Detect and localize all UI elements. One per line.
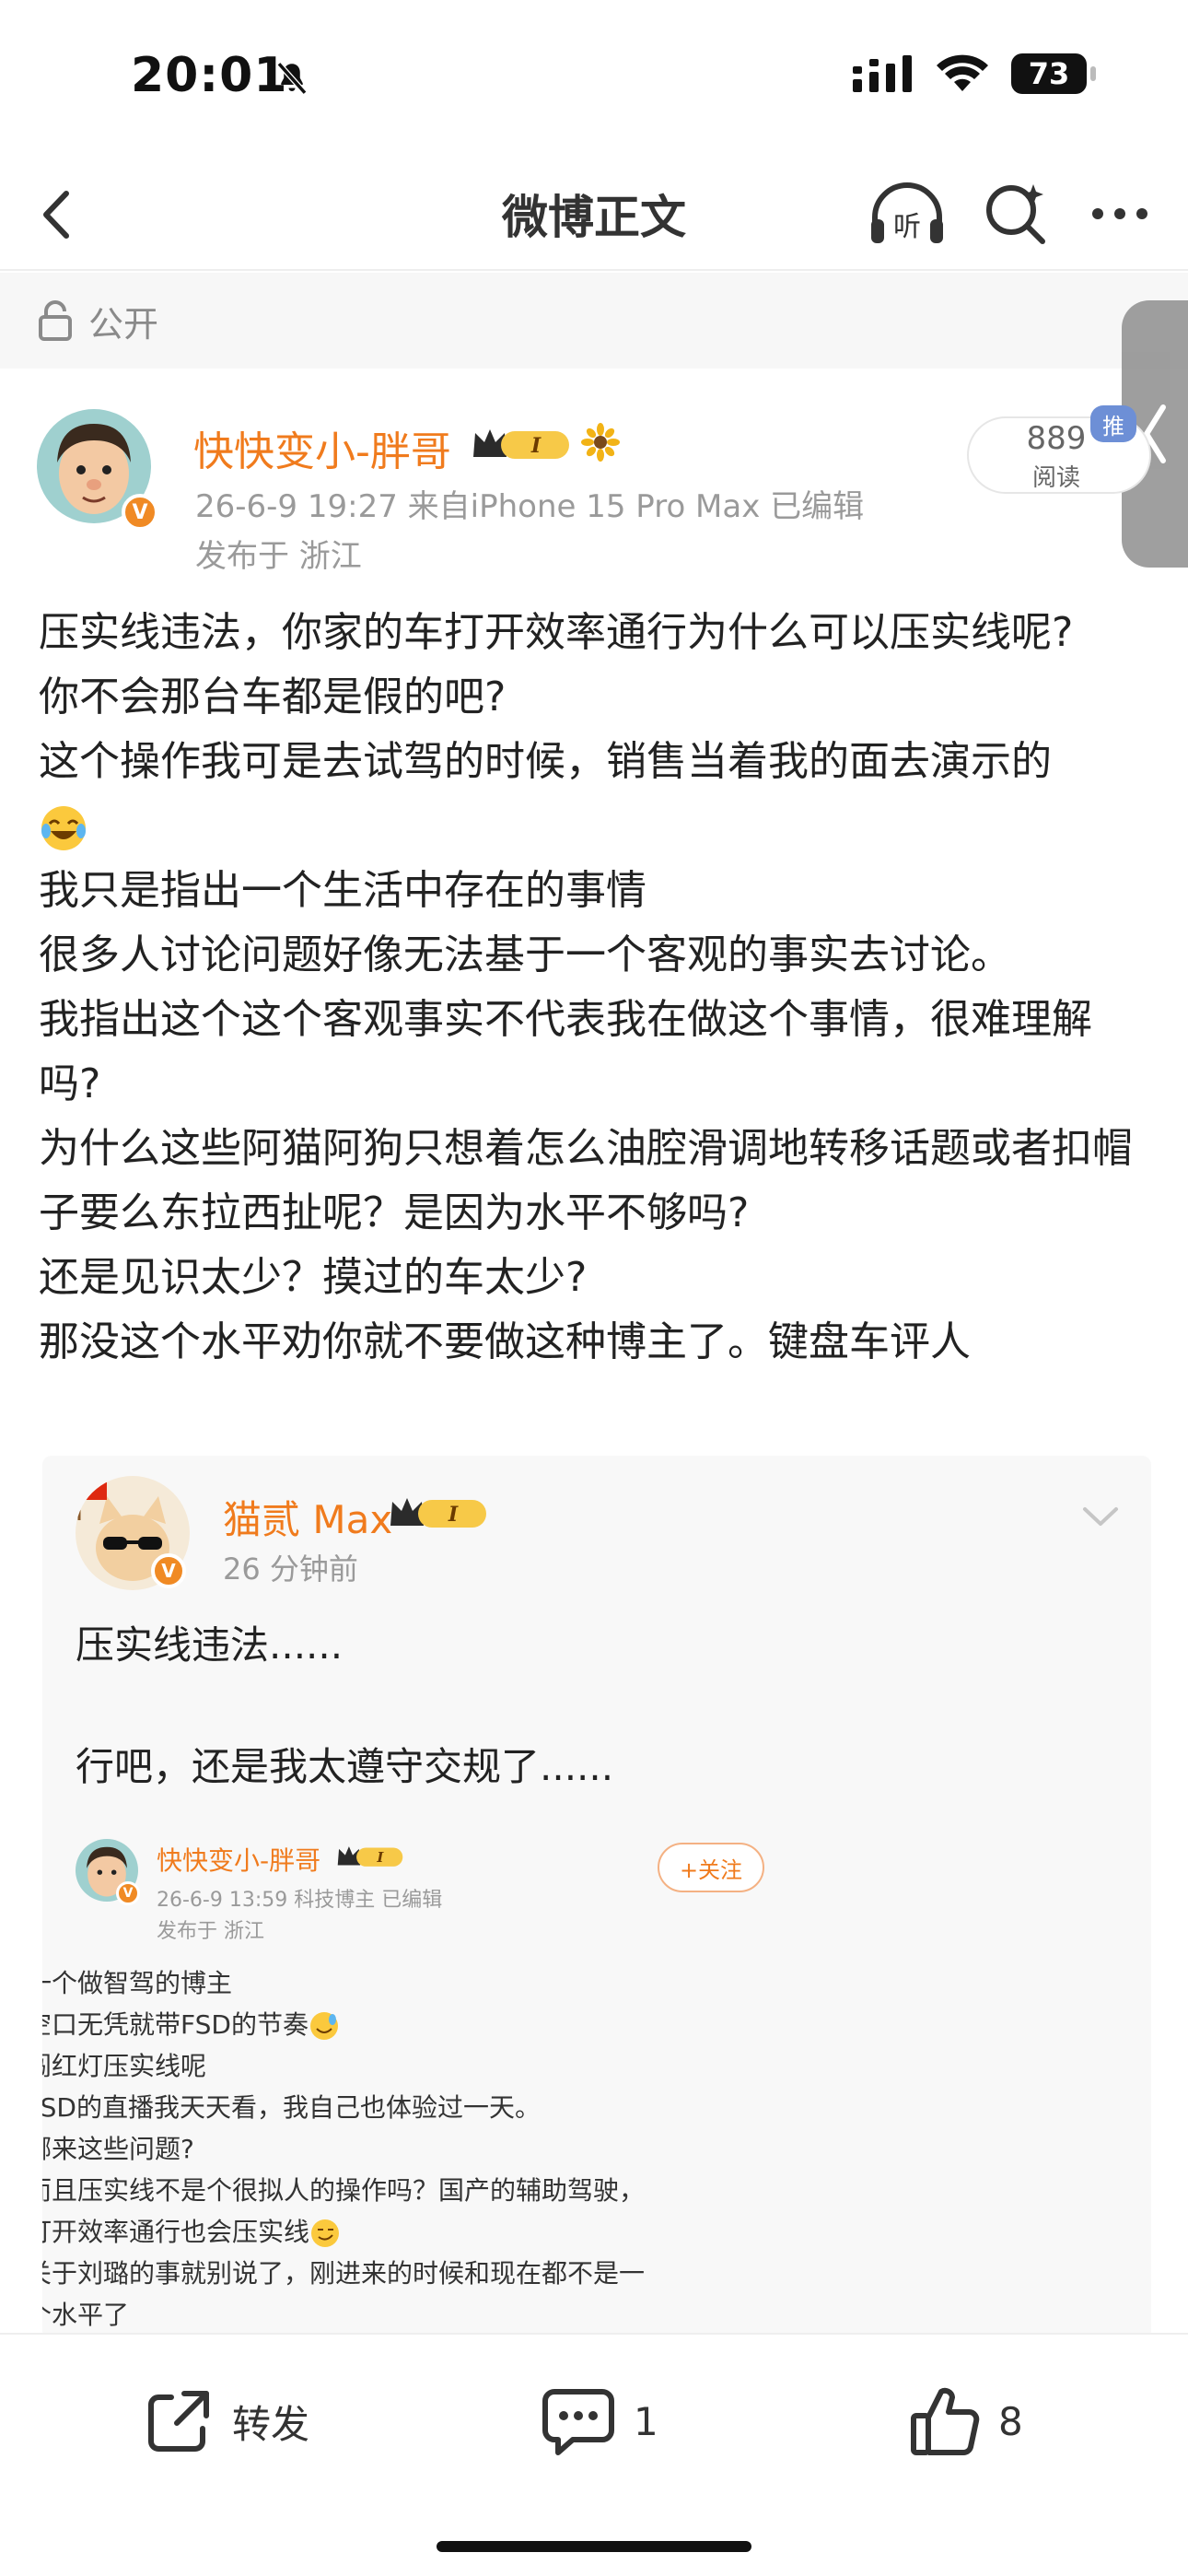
signal-icon [853, 55, 912, 92]
embed-location: 发布于 浙江 [157, 1920, 264, 1943]
embed-line: 关于刘璐的事就别说了，刚进来的时候和现在都不是一 [42, 2258, 646, 2289]
visibility-label: 公开 [88, 303, 159, 345]
battery-indicator: 73 [1011, 53, 1096, 94]
post-line: 我只是指出一个生活中存在的事情 [39, 867, 646, 914]
embed-author-name: 快快变小-胖哥 [157, 1845, 321, 1876]
battery-tip [1090, 66, 1096, 81]
sunflower-icon [581, 423, 620, 462]
push-tag[interactable]: 推 [1090, 405, 1136, 442]
comment-count: 1 [634, 2398, 658, 2444]
post-meta: 26-6-9 19:27 来自iPhone 15 Pro Max 已编辑 [195, 488, 865, 525]
quote-vip-badge-icon[interactable]: I [387, 1493, 490, 1533]
vip-crown-badge-icon[interactable]: I [470, 424, 573, 464]
post-line: 你不会那台车都是假的吧? [39, 673, 507, 720]
like-button[interactable]: 8 [910, 2375, 1023, 2467]
status-time: 20:01 [131, 48, 288, 103]
quote-text-2: 行吧，还是我太遵守交规了...... [76, 1744, 614, 1789]
verified-badge: V [122, 494, 158, 531]
status-bar: 20:01 73 [0, 0, 1188, 157]
thumbs-up-icon [911, 2387, 980, 2455]
embed-line: 哪来这些问题? [42, 2134, 194, 2164]
embedded-screenshot[interactable]: V 快快变小-胖哥 I 26-6-9 13:59 科技博主 已编辑 发布于 浙江… [42, 1833, 779, 2340]
embed-line: 而且压实线不是个很拟人的操作吗？国产的辅助驾驶， [42, 2175, 646, 2206]
read-label: 阅读 [1031, 464, 1080, 492]
post-header: V 快快变小-胖哥 I 26-6-9 19:27 来自iPhone 15 Pro… [37, 405, 1151, 580]
embed-line: 一个做智驾的博主 [42, 1968, 233, 1998]
post-line: 那没这个水平劝你就不要做这种博主了。键盘车评人 [39, 1318, 971, 1365]
quote-vip-level: I [448, 1503, 459, 1527]
quote-verified-badge: V [151, 1553, 186, 1588]
comment-icon [542, 2389, 614, 2455]
embed-line: 个水平了 [42, 2300, 130, 2330]
post-line: 为什么这些阿猫阿狗只想着怎么油腔滑调地转移话题或者扣帽子要么东拉西扯呢？是因为水… [39, 1125, 1133, 1236]
post-line: 很多人讨论问题好像无法基于一个客观的事实去讨论。 [39, 931, 1011, 978]
laugh-emoji-line [39, 794, 1153, 859]
comment-button[interactable]: 1 [542, 2375, 658, 2467]
embed-verified-badge: V [116, 1881, 140, 1905]
svg-text:听: 听 [893, 211, 921, 243]
embed-line: 打开效率通行也会压实线 [42, 2211, 779, 2253]
post-body: 压实线违法，你家的车打开效率通行为什么可以压实线呢? 你不会那台车都是假的吧? … [39, 601, 1153, 1375]
quoted-post-card[interactable]: V 猫贰 Max I 26 分钟前 压实线违法...... 行吧，还是我太遵守交… [42, 1456, 1151, 2340]
status-indicators: 73 [853, 53, 1096, 94]
author-name[interactable]: 快快变小-胖哥 [193, 418, 451, 477]
listen-headphones-icon[interactable]: 听 [866, 177, 949, 251]
laugh-cry-emoji-icon [41, 806, 86, 850]
battery-level: 73 [1028, 56, 1070, 91]
embed-line: 空口无凭就带FSD的节奏 [42, 2004, 779, 2045]
post-line: 我指出这个这个客观事实不代表我在做这个事情，很难理解吗? [39, 996, 1092, 1107]
embed-meta: 26-6-9 13:59 科技博主 已编辑 [157, 1889, 443, 1912]
wifi-icon [937, 54, 988, 91]
forward-label: 转发 [232, 2401, 310, 2447]
embed-line: 闯红灯压实线呢 [42, 2051, 207, 2081]
nav-bar: 微博正文 听 [0, 157, 1188, 271]
embed-body: 一个做智驾的博主 空口无凭就带FSD的节奏 闯红灯压实线呢 FSD的直播我天天看… [42, 1962, 779, 2336]
embed-follow-button: +关注 [658, 1843, 764, 1892]
visibility-row: 公开 [0, 273, 1188, 369]
post-line: 压实线违法，你家的车打开效率通行为什么可以压实线呢? [39, 609, 1074, 656]
embed-vip-level: I [376, 1849, 384, 1866]
like-count: 8 [998, 2398, 1023, 2444]
embed-line: FSD的直播我天天看，我自己也体验过一天。 [42, 2092, 541, 2123]
more-icon[interactable] [1083, 177, 1157, 251]
post-location: 发布于 浙江 [195, 538, 362, 575]
quote-time: 26 分钟前 [223, 1551, 358, 1587]
forward-icon [148, 2391, 209, 2452]
home-indicator[interactable] [437, 2541, 751, 2552]
search-sparkle-icon[interactable] [980, 177, 1054, 251]
embed-line-text: 打开效率通行也会压实线 [42, 2217, 310, 2247]
chevron-down-icon[interactable] [1079, 1502, 1122, 1529]
post-line: 这个操作我可是去试驾的时候，销售当着我的面去演示的 [39, 738, 1052, 785]
quote-text-1: 压实线违法...... [76, 1622, 344, 1668]
smirk-emoji-icon [311, 2219, 340, 2247]
sweat-emoji-icon [309, 2012, 338, 2040]
embed-vip-badge-icon: I [337, 1846, 403, 1867]
bell-slash-icon [276, 62, 308, 95]
quote-author-name[interactable]: 猫贰 Max [223, 1489, 392, 1545]
bottom-action-bar: 转发 1 8 [0, 2333, 1188, 2576]
forward-button[interactable]: 转发 [144, 2375, 309, 2467]
author-avatar-wrap[interactable]: V [37, 409, 158, 531]
lock-icon [39, 300, 72, 341]
post-line: 还是见识太少？摸过的车太少? [39, 1254, 588, 1301]
embed-line-text: 空口无凭就带FSD的节奏 [42, 2009, 309, 2040]
vip-level: I [530, 434, 542, 458]
